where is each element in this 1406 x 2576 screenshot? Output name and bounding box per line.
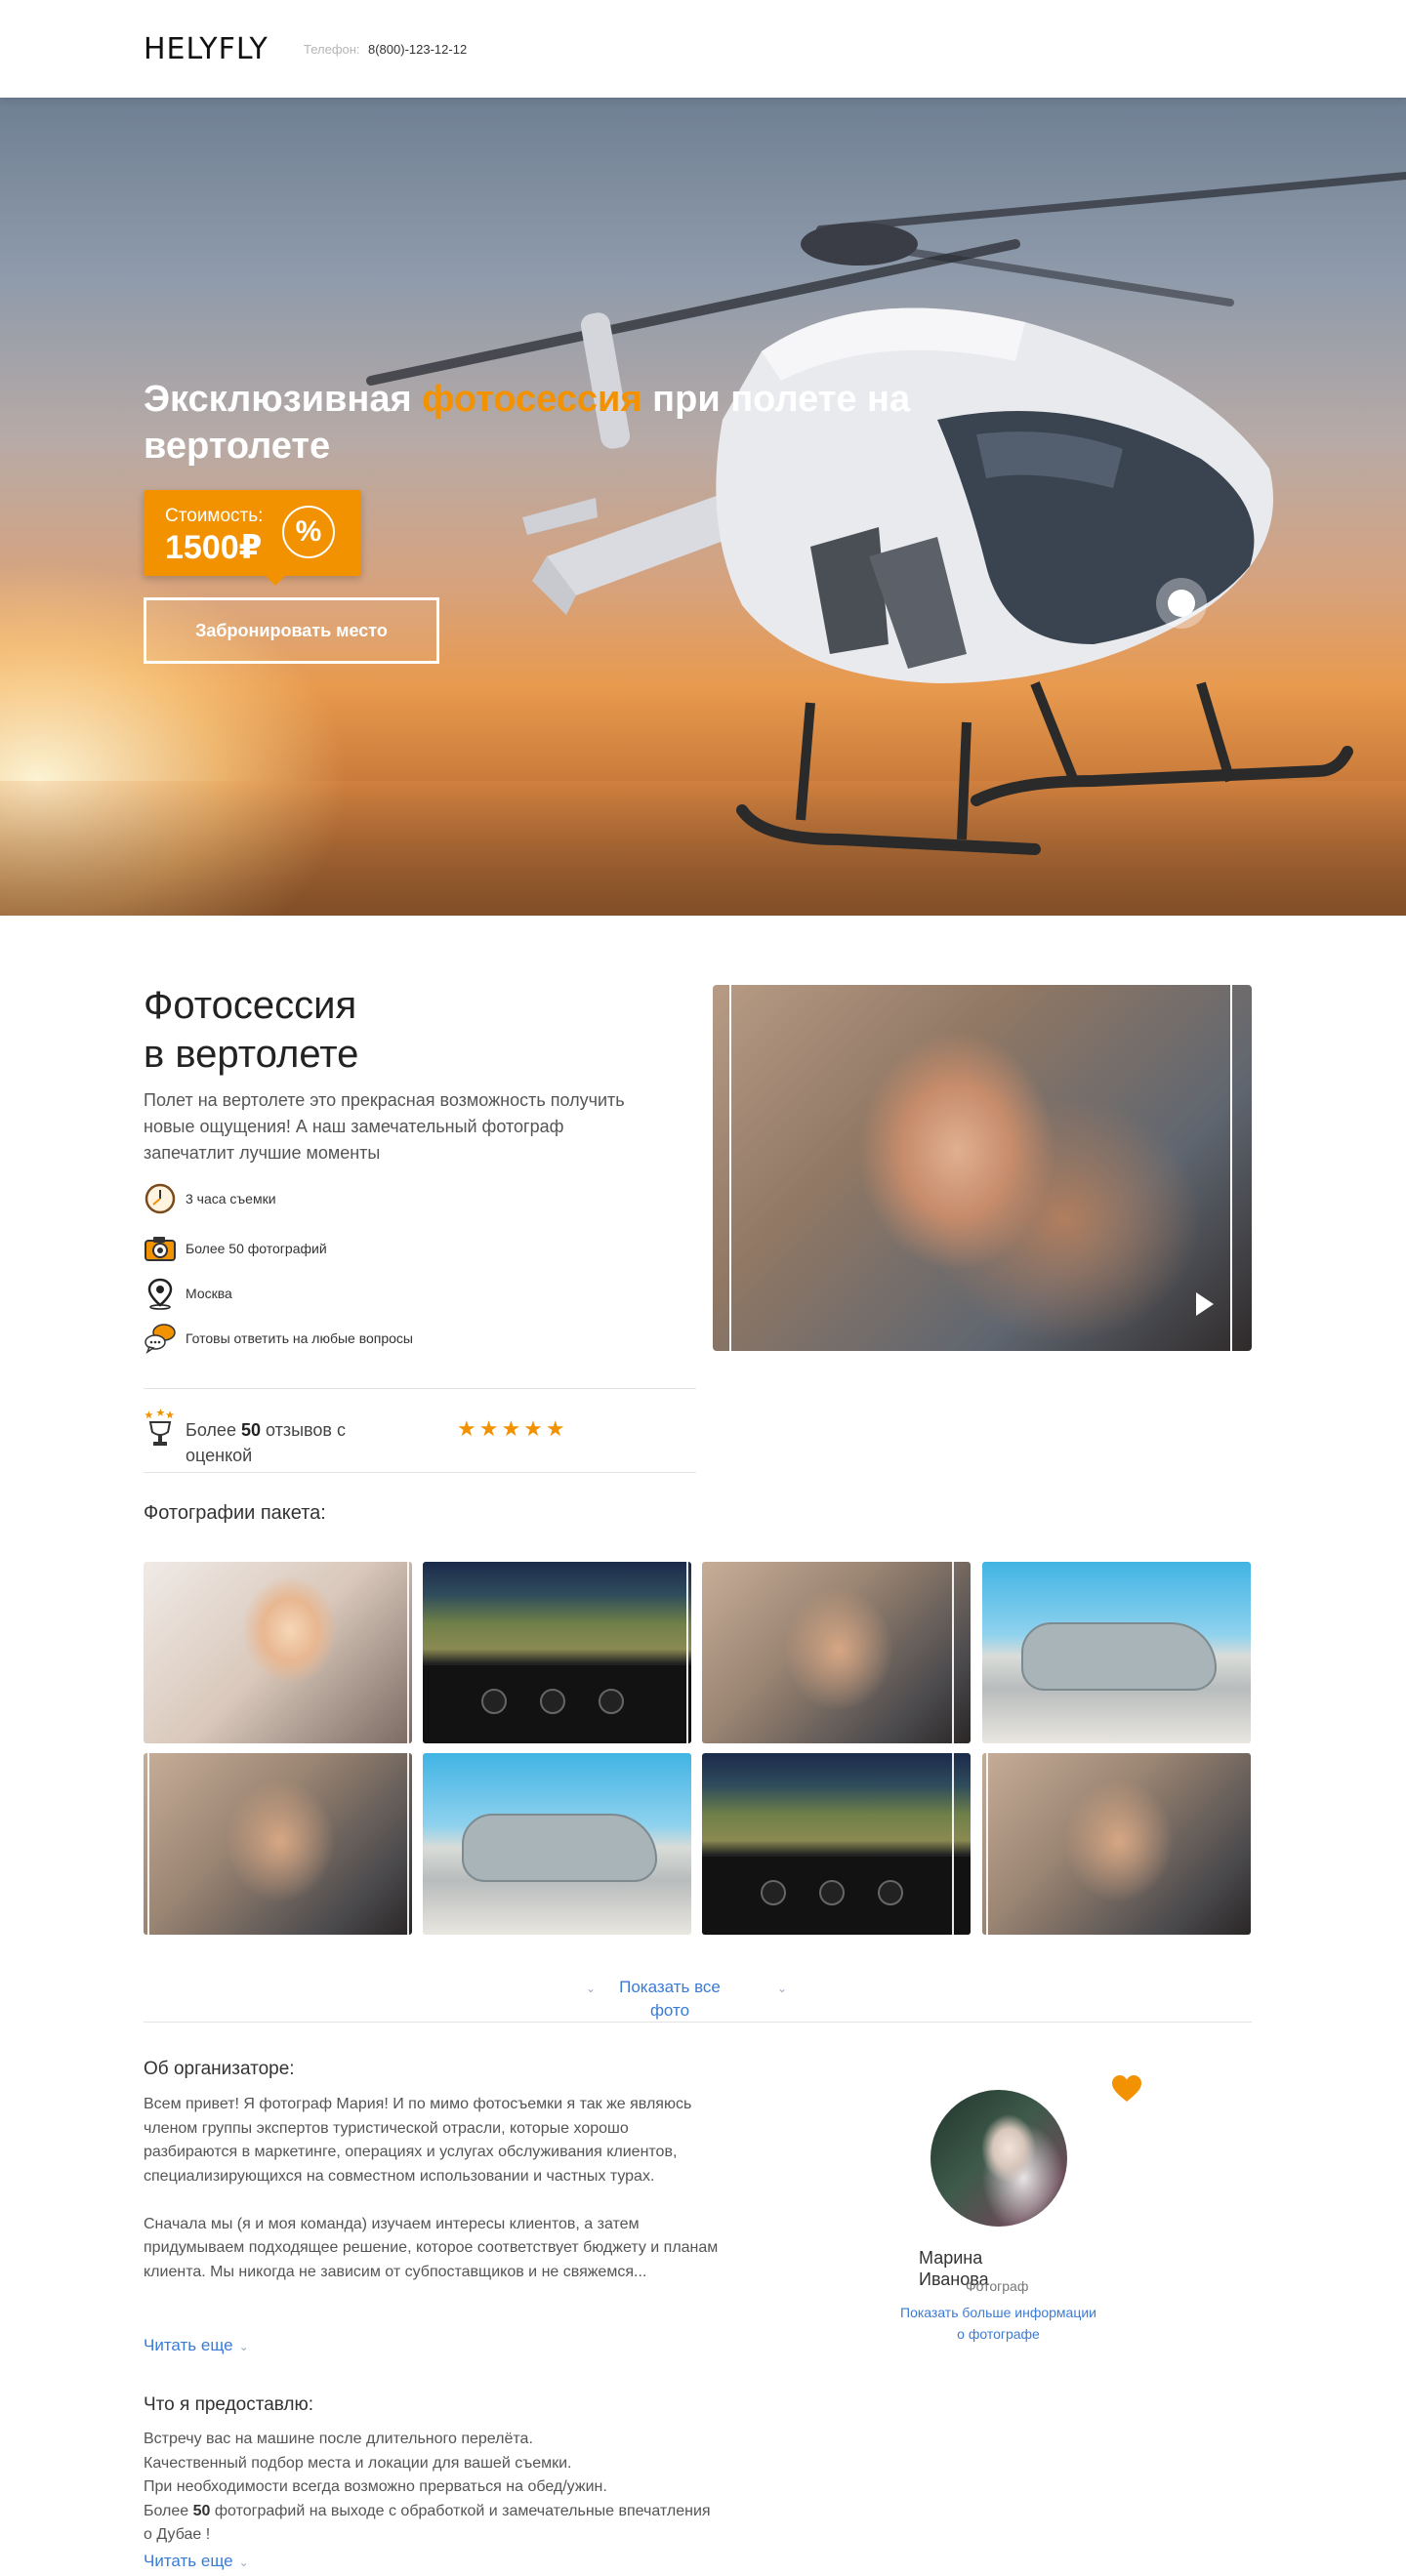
rating-stars: ★★★★★ bbox=[457, 1416, 568, 1441]
photo-frame-line bbox=[407, 1562, 409, 1743]
photo-frame-line bbox=[147, 1753, 149, 1935]
chevron-down-icon: ⌄ bbox=[777, 1982, 788, 1995]
organizer-paragraph: Сначала мы (я и моя команда) изучаем инт… bbox=[144, 2215, 719, 2280]
avatar[interactable] bbox=[930, 2090, 1067, 2227]
camera-icon bbox=[145, 1237, 176, 1261]
feature-text: Более 50 фотографий bbox=[186, 1241, 327, 1256]
reviews-count: 50 bbox=[240, 1420, 261, 1440]
gallery-photo[interactable] bbox=[144, 1562, 412, 1743]
photographer-role: Фотограф bbox=[966, 2278, 1029, 2294]
gallery-photo[interactable] bbox=[144, 1753, 412, 1935]
helicopter-shape bbox=[1021, 1622, 1217, 1691]
provide-line: Встречу вас на машине после длительного … bbox=[144, 2431, 533, 2447]
hero-title-part1: Эксклюзивная bbox=[144, 379, 423, 420]
hero-title-accent: фотосессия bbox=[422, 379, 642, 420]
phone-label: Телефон: bbox=[304, 42, 360, 57]
feature-duration: 3 часа съемки bbox=[144, 1182, 710, 1215]
provide-line-prefix: Более bbox=[144, 2502, 193, 2519]
read-more-label: Читать еще bbox=[144, 2552, 233, 2570]
gauge bbox=[540, 1689, 565, 1714]
provide-line-count: 50 bbox=[192, 2502, 211, 2519]
feature-support: Готовы ответить на любые вопросы bbox=[144, 1322, 710, 1355]
gallery-photo[interactable] bbox=[702, 1753, 971, 1935]
photos-heading: Фотографии пакета: bbox=[144, 1502, 326, 1524]
main-photo-video[interactable] bbox=[713, 985, 1252, 1351]
phone-number[interactable]: 8(800)-123-12-12 bbox=[368, 41, 471, 59]
section-description: Полет на вертолете это прекрасная возмож… bbox=[144, 1090, 625, 1163]
read-more-link[interactable]: Читать еще ⌄ bbox=[144, 2336, 249, 2355]
gallery-photo[interactable] bbox=[982, 1562, 1251, 1743]
reviews-count-text: Более 50 отзывов с оценкой bbox=[186, 1417, 410, 1468]
chat-bubbles-icon bbox=[145, 1324, 176, 1354]
chevron-down-icon: ⌄ bbox=[238, 2340, 249, 2353]
price-label: Стоимость: bbox=[165, 506, 264, 526]
provide-line: Более 50 фотографий на выходе с обработк… bbox=[144, 2500, 720, 2548]
site-header: HELYFLY Телефон: 8(800)-123-12-12 bbox=[0, 0, 1406, 98]
gauge bbox=[819, 1880, 845, 1905]
price-badge: Стоимость: 1500₽ % bbox=[144, 490, 361, 586]
photo-frame-line bbox=[986, 1753, 988, 1935]
provide-line: При необходимости всегда возможно прерва… bbox=[144, 2478, 607, 2495]
provide-line: Качественный подбор места и локации для … bbox=[144, 2454, 572, 2472]
photo-frame-line bbox=[952, 1562, 954, 1743]
divider bbox=[144, 1472, 696, 1473]
book-place-button[interactable]: Забронировать место bbox=[144, 597, 439, 664]
section-title-line1: Фотосессия bbox=[144, 984, 357, 1027]
gallery-photo[interactable] bbox=[702, 1562, 971, 1743]
photo-frame-line bbox=[686, 1562, 688, 1743]
show-all-photos-button[interactable]: ⌄ Показать все фото ⌄ bbox=[586, 1976, 820, 2021]
gauge bbox=[599, 1689, 624, 1714]
organizer-heading: Об организаторе: bbox=[144, 2059, 295, 2079]
gauge bbox=[761, 1880, 786, 1905]
gallery-photo[interactable] bbox=[423, 1753, 691, 1935]
gallery-photo[interactable] bbox=[982, 1753, 1251, 1935]
read-more-label: Читать еще bbox=[144, 2336, 233, 2354]
hero-title: Эксклюзивная фотосессия при полете на ве… bbox=[144, 376, 1003, 470]
feature-location: Москва bbox=[144, 1277, 710, 1310]
gauge bbox=[878, 1880, 903, 1905]
trophy-icon bbox=[145, 1409, 175, 1446]
provide-text: Встречу вас на машине после длительного … bbox=[144, 2428, 720, 2548]
organizer-paragraph: Всем привет! Я фотограф Мария! И по мимо… bbox=[144, 2096, 692, 2185]
feature-text: Москва bbox=[186, 1286, 232, 1301]
divider bbox=[144, 2022, 1252, 2023]
gallery-photo[interactable] bbox=[423, 1562, 691, 1743]
section-title-line2: в вертолете bbox=[144, 1033, 359, 1076]
reviews-prefix: Более bbox=[186, 1420, 241, 1440]
helicopter-shape bbox=[462, 1814, 657, 1882]
chevron-down-icon: ⌄ bbox=[586, 1982, 597, 1995]
provide-heading: Что я предоставлю: bbox=[144, 2394, 314, 2415]
read-more-link[interactable]: Читать еще ⌄ bbox=[144, 2552, 249, 2571]
divider bbox=[144, 1388, 696, 1389]
logo[interactable]: HELYFLY bbox=[144, 32, 269, 66]
photo-frame-line bbox=[407, 1753, 409, 1935]
feature-photos: Более 50 фотографий bbox=[144, 1232, 710, 1265]
photographer-more-link[interactable]: Показать больше информации о фотографе bbox=[898, 2302, 1098, 2345]
photo-frame-line bbox=[1230, 985, 1232, 1351]
percent-icon: % bbox=[282, 506, 335, 558]
show-all-label: Показать все фото bbox=[619, 1978, 721, 2020]
location-pin-icon bbox=[147, 1278, 173, 1310]
play-icon[interactable] bbox=[1196, 1292, 1214, 1316]
photo-frame-line bbox=[729, 985, 731, 1351]
provide-line-suffix: фотографий на выходе с обработкой и заме… bbox=[144, 2502, 711, 2544]
gauge bbox=[481, 1689, 507, 1714]
heart-icon[interactable] bbox=[1111, 2074, 1142, 2104]
clock-icon bbox=[145, 1183, 176, 1214]
price-value: 1500₽ bbox=[165, 529, 263, 566]
organizer-text: Всем привет! Я фотограф Мария! И по мимо… bbox=[144, 2093, 720, 2309]
photo-frame-line bbox=[952, 1753, 954, 1935]
chevron-down-icon: ⌄ bbox=[238, 2556, 249, 2569]
feature-text: 3 часа съемки bbox=[186, 1191, 276, 1206]
section-title: Фотосессия в вертолете bbox=[144, 981, 690, 1079]
feature-text: Готовы ответить на любые вопросы bbox=[186, 1330, 413, 1346]
hero-banner: Эксклюзивная фотосессия при полете на ве… bbox=[0, 98, 1406, 916]
